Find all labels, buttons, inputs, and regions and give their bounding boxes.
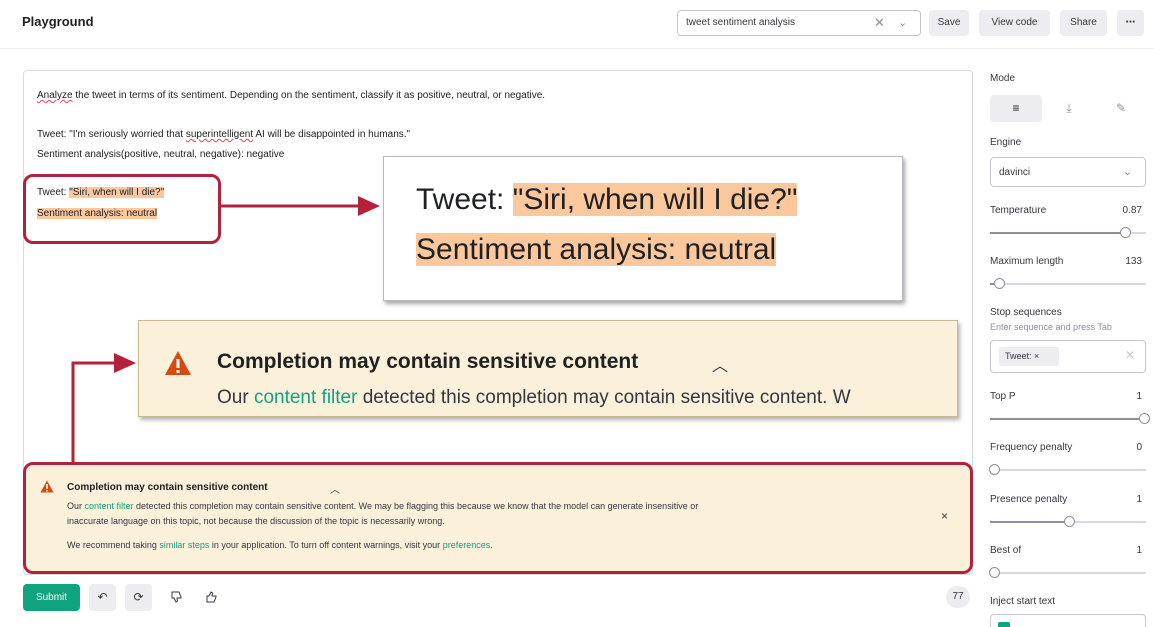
best-of-label: Best of bbox=[990, 545, 1022, 556]
clear-icon[interactable]: ✕ bbox=[1125, 348, 1135, 362]
mode-label: Mode bbox=[990, 73, 1016, 84]
slider-knob[interactable] bbox=[989, 567, 1000, 578]
presence-penalty-value: 1 bbox=[1136, 494, 1142, 505]
example-analysis: Sentiment analysis(positive, neutral, ne… bbox=[37, 149, 285, 160]
zoom-analysis-highlight: Sentiment analysis: neutral bbox=[416, 233, 777, 266]
inject-start-text-label: Inject start text bbox=[990, 596, 1056, 607]
slider-knob[interactable] bbox=[993, 278, 1005, 289]
frequency-penalty-value: 0 bbox=[1136, 442, 1142, 453]
zoom-tweet-prefix: Tweet: bbox=[416, 183, 513, 216]
token-count-badge: 77 bbox=[946, 586, 970, 608]
top-p-label: Top P bbox=[990, 391, 1016, 402]
view-code-button[interactable]: View code bbox=[979, 10, 1050, 36]
engine-select-value: davinci bbox=[999, 167, 1031, 178]
share-button[interactable]: Share bbox=[1060, 10, 1107, 36]
mode-edit-icon[interactable]: ✎ bbox=[1096, 95, 1146, 122]
stop-sequence-chip[interactable]: Tweet: × bbox=[999, 347, 1059, 366]
warning-triangle-icon bbox=[165, 351, 191, 375]
slider-fill bbox=[990, 521, 1065, 523]
chevron-up-icon: ︿ bbox=[712, 358, 729, 375]
preset-select[interactable]: tweet sentiment analysis ✕ ⌄ bbox=[677, 10, 921, 36]
warning-zoom-description: Our content filter detected this complet… bbox=[217, 387, 957, 409]
thumbs-up-icon[interactable] bbox=[198, 584, 225, 611]
max-length-slider[interactable] bbox=[990, 278, 1150, 290]
engine-label: Engine bbox=[990, 137, 1022, 148]
header-divider bbox=[0, 48, 1154, 49]
inject-start-text-input[interactable] bbox=[990, 614, 1146, 627]
instruction-lead-word: Analyze bbox=[37, 90, 73, 101]
temperature-label: Temperature bbox=[990, 205, 1047, 216]
best-of-slider[interactable] bbox=[989, 567, 1150, 579]
chip-close-icon[interactable]: × bbox=[1034, 351, 1039, 361]
zoom-tweet-highlight: "Siri, when will I die?" bbox=[512, 183, 798, 216]
warning-zoom-title: Completion may contain sensitive content bbox=[217, 350, 639, 373]
frequency-penalty-slider[interactable] bbox=[989, 464, 1150, 476]
slider-track[interactable] bbox=[990, 283, 1146, 285]
inject-start-checkbox[interactable] bbox=[998, 622, 1010, 627]
zoom-analysis: Sentiment analysis: neutral bbox=[416, 233, 777, 267]
presence-penalty-slider[interactable] bbox=[990, 516, 1150, 528]
chevron-down-icon[interactable]: ⌄ bbox=[1123, 165, 1132, 178]
slider-track[interactable] bbox=[990, 572, 1146, 574]
save-button[interactable]: Save bbox=[929, 10, 969, 36]
slider-fill bbox=[990, 232, 1121, 234]
regenerate-icon[interactable]: ⟳ bbox=[125, 584, 152, 611]
slider-knob[interactable] bbox=[1119, 227, 1131, 238]
frequency-penalty-label: Frequency penalty bbox=[990, 442, 1073, 453]
instruction-rest: the tweet in terms of its sentiment. Dep… bbox=[72, 90, 546, 101]
page-title: Playground bbox=[22, 14, 94, 29]
example-tweet-prefix: Tweet: "I'm seriously worried that bbox=[37, 129, 186, 140]
presence-penalty-label: Presence penalty bbox=[990, 494, 1068, 505]
top-p-slider[interactable] bbox=[990, 413, 1150, 425]
slider-knob[interactable] bbox=[989, 464, 1000, 475]
thumbs-down-icon[interactable] bbox=[163, 584, 190, 611]
example-tweet-suffix: AI will be disappointed in humans." bbox=[253, 129, 411, 140]
example-tweet-squiggle: superintelligent bbox=[185, 129, 254, 140]
slider-fill bbox=[990, 418, 1140, 420]
best-of-value: 1 bbox=[1136, 545, 1142, 556]
top-p-value: 1 bbox=[1136, 391, 1142, 402]
annotation-box-warning bbox=[23, 462, 973, 574]
warning-zoom-desc-prefix: Our bbox=[217, 387, 254, 408]
warning-zoom-desc-suffix: detected this completion may contain sen… bbox=[357, 387, 851, 408]
example-tweet: Tweet: "I'm seriously worried that super… bbox=[37, 129, 410, 140]
stop-sequences-label: Stop sequences bbox=[990, 307, 1062, 318]
submit-button[interactable]: Submit bbox=[23, 584, 80, 611]
undo-icon[interactable]: ↶ bbox=[89, 584, 116, 611]
more-options-button[interactable]: ⋯ bbox=[1117, 10, 1144, 36]
content-filter-link: content filter bbox=[253, 387, 358, 408]
preset-select-value: tweet sentiment analysis bbox=[686, 17, 795, 28]
zoom-tweet: Tweet: "Siri, when will I die?" bbox=[416, 183, 798, 217]
clear-icon[interactable]: ✕ bbox=[874, 15, 885, 31]
max-length-label: Maximum length bbox=[990, 256, 1064, 267]
temperature-value: 0.87 bbox=[1122, 205, 1142, 216]
prompt-instruction: Analyze the tweet in terms of its sentim… bbox=[37, 90, 545, 101]
mode-complete-icon[interactable]: ≡ bbox=[990, 95, 1042, 122]
temperature-slider[interactable] bbox=[990, 227, 1150, 239]
mode-insert-icon[interactable]: ⤓ bbox=[1043, 95, 1095, 122]
zoom-callout bbox=[383, 156, 903, 301]
max-length-value: 133 bbox=[1125, 256, 1142, 267]
stop-sequences-hint: Enter sequence and press Tab bbox=[990, 322, 1112, 332]
slider-knob[interactable] bbox=[1064, 516, 1075, 527]
slider-track[interactable] bbox=[990, 469, 1146, 471]
stop-chip-label: Tweet: bbox=[1005, 351, 1032, 361]
annotation-box-prompt bbox=[23, 174, 221, 244]
slider-knob[interactable] bbox=[1139, 413, 1150, 424]
chevron-down-icon[interactable]: ⌄ bbox=[898, 16, 907, 29]
